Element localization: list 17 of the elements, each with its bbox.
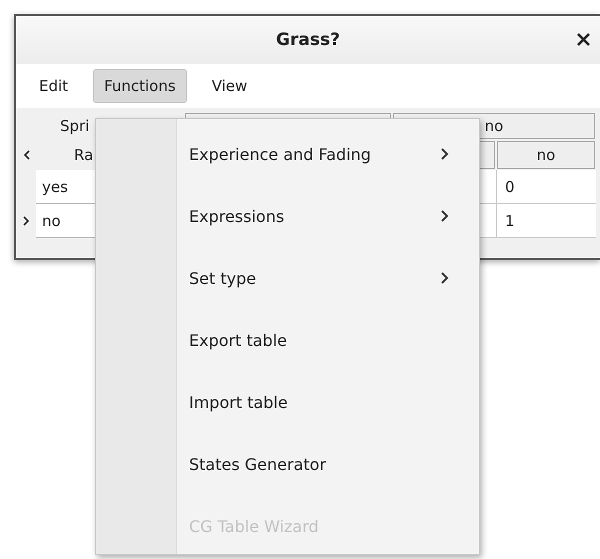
menu-option[interactable]: States Generator	[177, 433, 479, 495]
table-cell: 1	[496, 204, 596, 238]
menu-item[interactable]: Edit	[28, 69, 80, 103]
column-header: no	[497, 141, 595, 169]
menu-option[interactable]: Set type	[177, 247, 479, 309]
chevron-icon	[441, 148, 449, 160]
menu-option[interactable]: Export table	[177, 309, 479, 371]
chevron-icon	[441, 210, 449, 222]
menu-option[interactable]: Import table	[177, 371, 479, 433]
window-title: Grass?	[276, 30, 340, 50]
row-variable-label: Ra	[74, 146, 94, 164]
row-variable-label: Spri	[60, 117, 90, 135]
table-cell: 0	[496, 170, 596, 204]
menu-item[interactable]: Functions	[93, 69, 187, 103]
menu-item[interactable]: View	[200, 69, 258, 103]
chevron-icon	[441, 272, 449, 284]
close-icon[interactable]	[577, 33, 590, 46]
